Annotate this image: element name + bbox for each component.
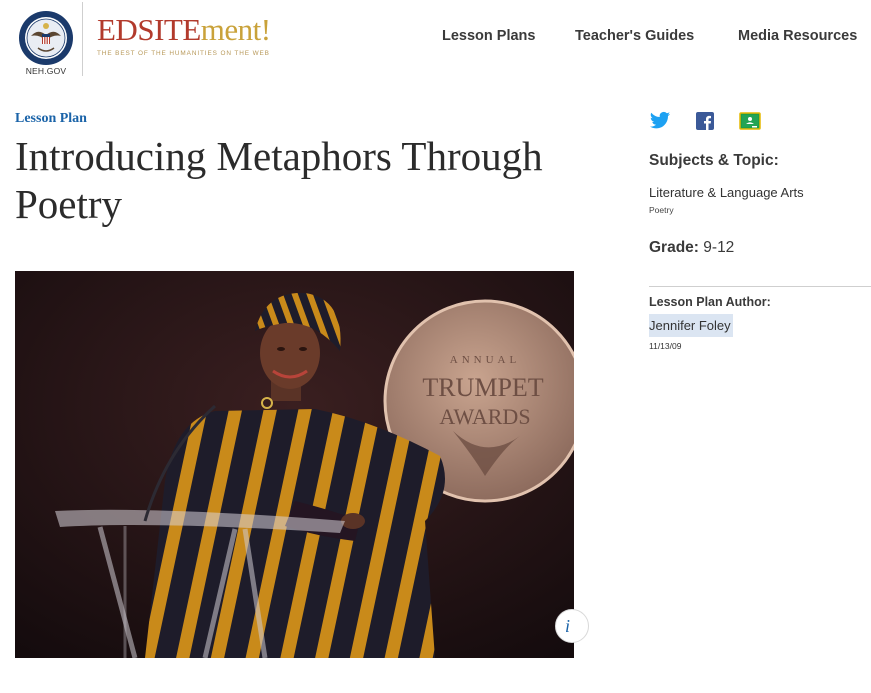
photo-sign-line1: ANNUAL	[450, 354, 520, 366]
brand-tagline: THE BEST OF THE HUMANITIES ON THE WEB	[97, 50, 270, 57]
page-title: Introducing Metaphors Through Poetry	[15, 133, 543, 227]
grade-label: Grade:	[649, 239, 699, 256]
brand-accent: ment!	[200, 12, 271, 47]
header-divider	[82, 2, 83, 76]
photo-sign-line2: TRUMPET	[422, 373, 543, 402]
publish-date: 11/13/09	[649, 341, 682, 351]
nav-lesson-plans[interactable]: Lesson Plans	[442, 28, 535, 48]
sidebar-divider	[649, 286, 871, 287]
facebook-icon[interactable]	[695, 111, 715, 131]
twitter-icon[interactable]	[649, 111, 671, 131]
subjects-heading: Subjects & Topic:	[649, 152, 779, 169]
grade-value: 9-12	[703, 239, 735, 256]
subject-link[interactable]: Literature & Language Arts	[649, 185, 804, 200]
hero-photo: ANNUAL TRUMPET AWARDS	[15, 271, 574, 658]
grade-line: Grade: 9-12	[649, 239, 734, 257]
nav-media-resources[interactable]: Media Resources	[738, 28, 857, 48]
google-classroom-icon[interactable]	[739, 111, 761, 131]
nav-teachers-guides[interactable]: Teacher's Guides	[575, 28, 694, 48]
neh-gov-label[interactable]: NEH.GOV	[16, 66, 76, 76]
edsitement-logo[interactable]: EDSITEment!	[97, 14, 271, 45]
content-type-label: Lesson Plan	[15, 111, 87, 126]
photo-info-button[interactable]: i	[555, 609, 589, 643]
author-heading: Lesson Plan Author:	[649, 295, 771, 309]
brand-main: EDSITE	[97, 12, 201, 47]
info-icon: i	[565, 616, 571, 636]
topic-link[interactable]: Poetry	[649, 205, 674, 215]
photo-sign-line3: AWARDS	[439, 404, 530, 429]
author-name[interactable]: Jennifer Foley	[649, 314, 733, 337]
neh-seal-logo[interactable]	[18, 10, 74, 66]
